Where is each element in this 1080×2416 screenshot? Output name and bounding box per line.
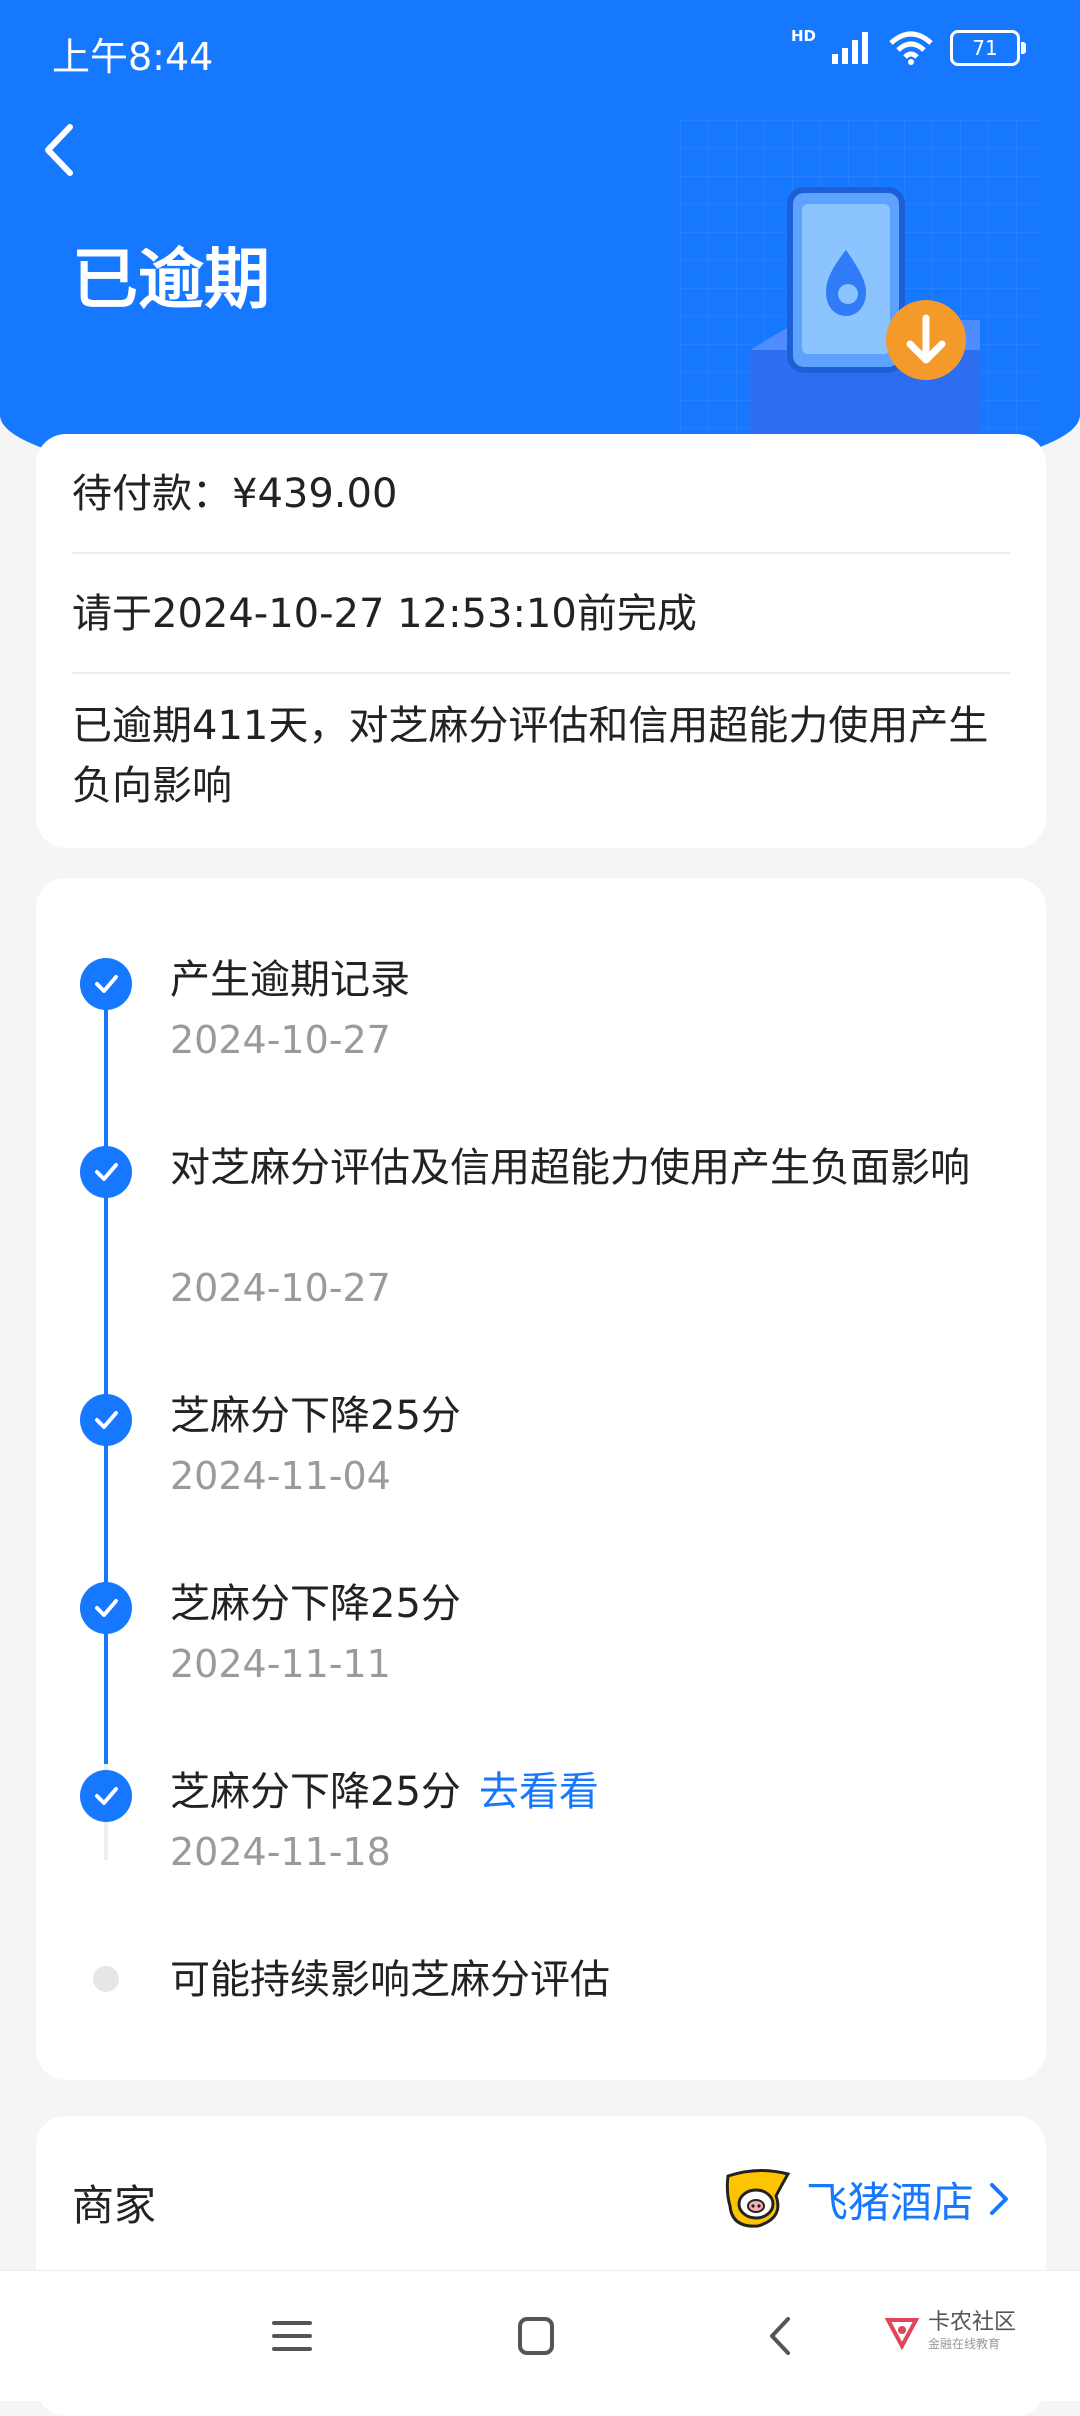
timeline-date: 2024-11-04 xyxy=(170,1454,391,1498)
timeline-title: 对芝麻分评估及信用超能力使用产生负面影响 xyxy=(170,1145,970,1191)
payment-summary-card: 待付款：¥439.00 请于2024-10-27 12:53:10前完成 已逾期… xyxy=(36,434,1046,848)
timeline-card: 产生逾期记录 2024-10-27 对芝麻分评估及信用超能力使用产生负面影响 2… xyxy=(36,878,1046,2080)
header-banner: 上午8:44 HD 71 已逾期 xyxy=(0,0,1080,500)
merchant-link[interactable]: 飞猪酒店 xyxy=(722,2168,1010,2230)
chevron-right-icon xyxy=(990,2183,1008,2215)
timeline-line-completed xyxy=(104,980,108,1764)
timeline-title: 芝麻分下降25分 xyxy=(170,1769,461,1815)
phone-download-illustration-icon xyxy=(680,120,1040,450)
system-navigation-bar: 卡农社区 金融在线教育 xyxy=(0,2270,1080,2401)
wifi-icon xyxy=(889,31,933,65)
page-title: 已逾期 xyxy=(72,241,270,318)
back-button[interactable] xyxy=(30,115,90,185)
fliggy-logo-icon xyxy=(725,2169,791,2228)
check-icon xyxy=(80,1582,132,1634)
payment-deadline: 请于2024-10-27 12:53:10前完成 xyxy=(72,591,697,637)
view-link[interactable]: 去看看 xyxy=(479,1769,599,1815)
timeline-date: 2024-10-27 xyxy=(170,1018,391,1062)
status-time: 上午8:44 xyxy=(52,35,214,79)
merchant-label: 商家 xyxy=(72,2181,157,2230)
check-icon xyxy=(80,1394,132,1446)
timeline-title: 芝麻分下降25分 xyxy=(170,1393,461,1439)
status-bar: 上午8:44 HD 71 xyxy=(0,0,1080,105)
timeline-title: 可能持续影响芝麻分评估 xyxy=(170,1957,610,2003)
hd-label: HD xyxy=(790,27,816,45)
timeline-date: 2024-10-27 xyxy=(170,1266,391,1310)
home-icon[interactable] xyxy=(506,2311,566,2361)
check-icon xyxy=(80,1146,132,1198)
timeline-title-row: 芝麻分下降25分 去看看 xyxy=(170,1762,1030,1822)
watermark-subtitle: 金融在线教育 xyxy=(927,2337,1000,2351)
merchant-name: 飞猪酒店 xyxy=(805,2177,974,2227)
timeline-date: 2024-11-18 xyxy=(170,1830,391,1874)
nav-back-icon[interactable] xyxy=(752,2311,812,2361)
pending-dot-icon xyxy=(93,1966,119,1992)
timeline-date: 2024-11-11 xyxy=(170,1642,391,1686)
timeline-title: 产生逾期记录 xyxy=(170,957,410,1003)
watermark-title: 卡农社区 xyxy=(927,2310,1016,2335)
check-icon xyxy=(80,1770,132,1822)
amount-due: 待付款：¥439.00 xyxy=(72,471,398,517)
signal-icon xyxy=(832,32,868,64)
watermark-logo-icon xyxy=(884,2317,920,2350)
merchant-row[interactable]: 商家 飞猪酒店 xyxy=(36,2116,1046,2286)
overdue-message: 已逾期411天，对芝麻分评估和信用超能力使用产生负向影响 xyxy=(72,703,989,809)
menu-icon[interactable] xyxy=(262,2311,322,2361)
check-icon xyxy=(80,958,132,1010)
battery-icon: 71 xyxy=(950,30,1026,66)
timeline-title: 芝麻分下降25分 xyxy=(170,1581,461,1627)
watermark: 卡农社区 金融在线教育 xyxy=(884,2311,1016,2352)
status-icons: HD 71 xyxy=(790,27,1026,66)
